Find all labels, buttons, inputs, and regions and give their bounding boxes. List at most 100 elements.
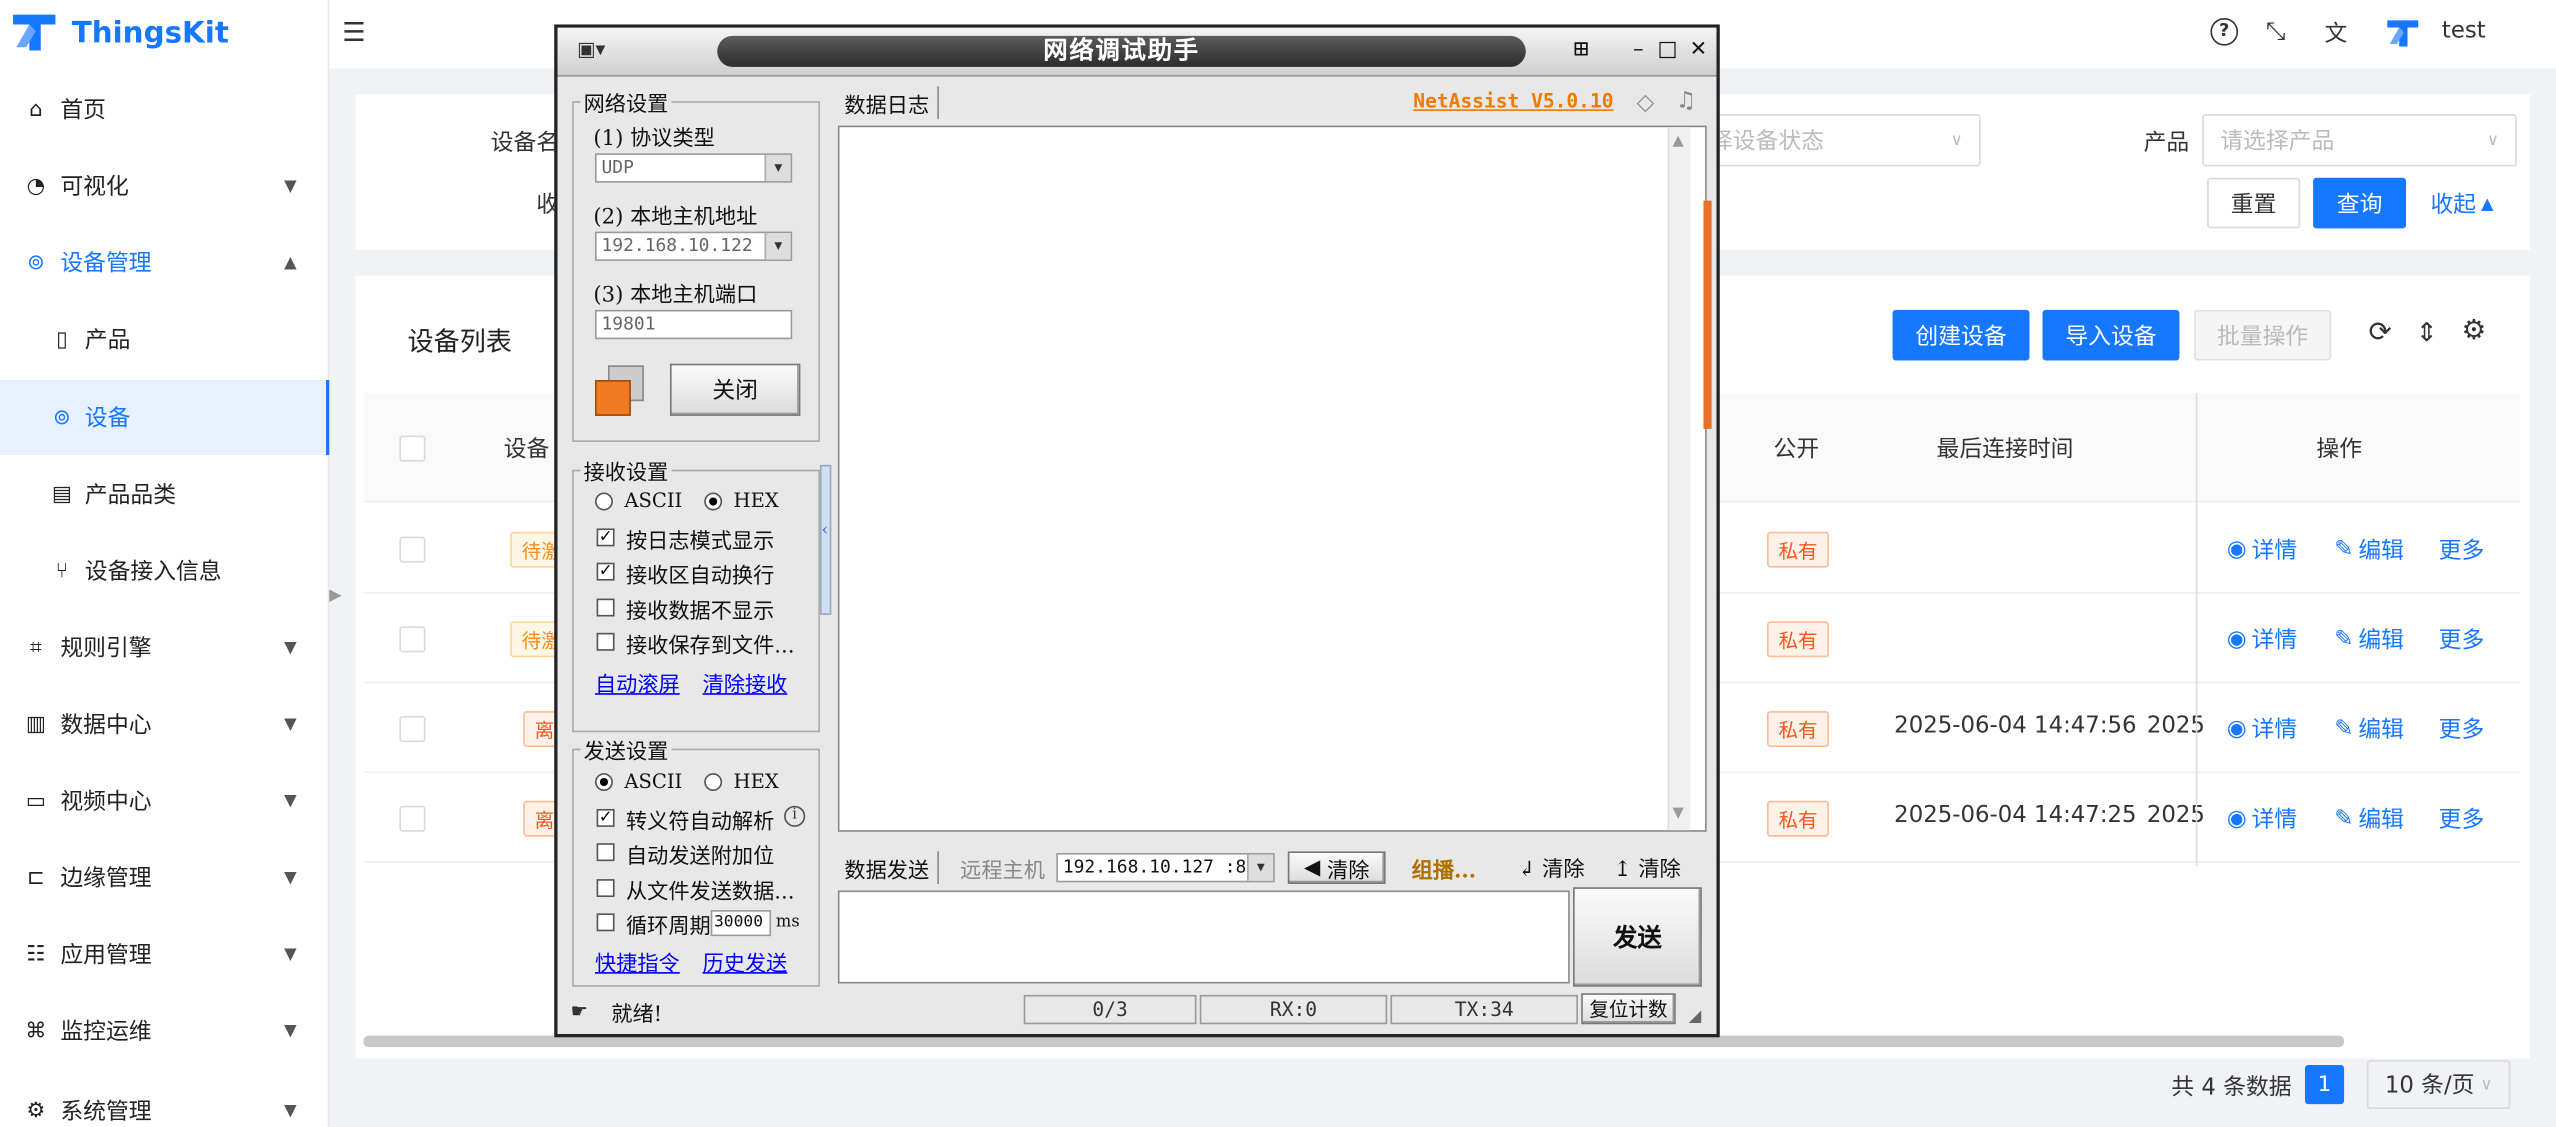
horizontal-scrollbar[interactable] (363, 1035, 2345, 1048)
detail-link[interactable]: ◉ 详情 (2227, 533, 2297, 566)
cycle-period-input[interactable]: 30000 (710, 910, 772, 937)
recv-ascii-radio[interactable] (594, 492, 613, 511)
detail-link[interactable]: ◉ 详情 (2227, 713, 2297, 746)
recv-save-checkbox[interactable] (596, 632, 615, 651)
logo[interactable]: ThingsKit (10, 10, 229, 56)
sidebar-item-product-category[interactable]: ▤ 产品品类 (0, 458, 329, 530)
sidebar-collapse-handle[interactable]: ▶ (329, 587, 352, 620)
send-cycle-checkbox[interactable] (596, 913, 615, 932)
sidebar-item-device[interactable]: ⊚ 设备 (0, 380, 330, 456)
resize-grip-icon[interactable]: ◢ (1689, 1008, 1702, 1026)
page-size-select[interactable]: 10 条/页 ∨ (2366, 1060, 2511, 1110)
row-checkbox[interactable] (399, 626, 426, 653)
menu-fold-icon[interactable]: ☰ (342, 16, 365, 47)
collapse-link[interactable]: 收起 ▲ (2430, 188, 2493, 221)
import-device-button[interactable]: 导入设备 (2042, 309, 2180, 361)
more-link[interactable]: 更多 (2439, 533, 2485, 566)
more-link[interactable]: 更多 (2439, 713, 2485, 746)
diamond-icon[interactable]: ◇ (1637, 90, 1655, 116)
pin-icon[interactable]: ⊞ (1568, 38, 1594, 64)
sidebar-item-home[interactable]: ⌂ 首页 (0, 73, 329, 145)
remote-host-select[interactable]: 192.168.10.127 :8(▼ (1056, 852, 1275, 883)
recv-hex-radio[interactable] (704, 492, 723, 511)
sidebar-item-app-management[interactable]: ☷ 应用管理 ▼ (0, 918, 329, 990)
clear-remote-button[interactable]: ◀ 清除 (1287, 851, 1386, 884)
scroll-up-icon[interactable]: ▲ (1672, 134, 1683, 150)
row-checkbox[interactable] (399, 715, 426, 743)
log-scrollbar[interactable]: ▲ ▼ (1667, 127, 1691, 831)
port-input[interactable]: 19801 (594, 309, 793, 340)
help-icon[interactable]: ? (2210, 17, 2239, 46)
clear-count-button[interactable]: ↥ 清除 (1614, 851, 1681, 882)
send-append-checkbox[interactable] (596, 843, 615, 862)
batch-operation-button[interactable]: 批量操作 (2194, 309, 2332, 361)
username[interactable]: test (2442, 18, 2486, 44)
send-ascii-radio[interactable] (594, 773, 613, 792)
sidebar-item-rule-engine[interactable]: ⌗ 规则引擎 ▼ (0, 612, 329, 684)
sidebar-item-system[interactable]: ⚙ 系统管理 ▼ (0, 1075, 329, 1127)
recv-wrap-checkbox[interactable]: ✓ (596, 562, 615, 581)
row-checkbox[interactable] (399, 536, 426, 563)
sidebar-item-video-center[interactable]: ▭ 视频中心 ▼ (0, 765, 329, 837)
panel-collapse-arrow-icon[interactable]: ‹ (819, 464, 832, 615)
send-hex-radio[interactable] (704, 773, 723, 792)
scroll-down-icon[interactable]: ▼ (1672, 806, 1683, 822)
quick-command-link[interactable]: 快捷指令 (595, 946, 680, 976)
reload-icon[interactable]: ⟳ (2369, 316, 2392, 349)
select-all-checkbox[interactable] (399, 435, 426, 462)
settings-icon[interactable]: ⚙ (2461, 315, 2486, 348)
netassist-titlebar[interactable]: ▣▾ 网络调试助手 ⊞ – □ ✕ (557, 27, 1717, 77)
send-button[interactable]: 发送 (1573, 887, 1702, 987)
send-input-area[interactable] (837, 890, 1570, 984)
detail-link[interactable]: ◉ 详情 (2227, 623, 2297, 656)
detail-link[interactable]: ◉ 详情 (2227, 802, 2297, 835)
more-link[interactable]: 更多 (2439, 623, 2485, 656)
sidebar-item-visualization[interactable]: ◔ 可视化 ▼ (0, 150, 329, 222)
column-height-icon[interactable]: ⇕ (2416, 316, 2438, 347)
minimize-icon[interactable]: – (1625, 38, 1651, 64)
sidebar-item-device-management[interactable]: ⊚ 设备管理 ▲ (0, 227, 329, 299)
page-1-button[interactable]: 1 (2304, 1065, 2345, 1105)
close-connection-button[interactable]: 关闭 (669, 363, 801, 416)
send-escape-checkbox[interactable]: ✓ (596, 808, 615, 827)
clear-receive-link[interactable]: 清除接收 (703, 667, 788, 698)
sidebar-item-edge-management[interactable]: ⊏ 边缘管理 ▼ (0, 842, 329, 914)
info-icon[interactable]: i (784, 805, 806, 827)
sidebar-item-product[interactable]: ▯ 产品 (0, 303, 329, 375)
sidebar-item-monitoring[interactable]: ⌘ 监控运维 ▼ (0, 995, 329, 1067)
translate-icon[interactable]: 文 (2325, 16, 2348, 49)
reset-button[interactable]: 重置 (2207, 177, 2301, 229)
receive-log-area[interactable]: ▲ ▼ (837, 125, 1712, 832)
version-link[interactable]: NetAssist V5.0.10 (1413, 90, 1613, 113)
user-avatar-icon[interactable] (2385, 18, 2421, 49)
sidebar-item-data-center[interactable]: ▥ 数据中心 ▼ (0, 688, 329, 760)
bell-icon[interactable]: ♫ (1676, 88, 1696, 114)
data-send-tab[interactable]: 数据发送 (844, 853, 929, 884)
sidebar-item-access-info[interactable]: ⑂ 设备接入信息 (0, 535, 329, 607)
system-menu-icon[interactable]: ▣▾ (577, 38, 605, 61)
edit-link[interactable]: ✎ 编辑 (2334, 802, 2404, 835)
reset-count-button[interactable]: 复位计数 (1581, 993, 1676, 1025)
host-select[interactable]: 192.168.10.122 ▼ (594, 231, 793, 261)
multicast-link[interactable]: 组播... (1412, 853, 1477, 884)
create-device-button[interactable]: 创建设备 (1892, 309, 2030, 361)
recv-hide-checkbox[interactable] (596, 598, 615, 617)
auto-scroll-link[interactable]: 自动滚屏 (595, 667, 680, 698)
row-checkbox[interactable] (399, 805, 426, 832)
product-select[interactable]: 请选择产品 ∨ (2202, 114, 2517, 167)
status-select[interactable]: 择设备状态 ∨ (1692, 114, 1981, 167)
clear-send-button[interactable]: ↲ 清除 (1518, 851, 1585, 882)
edit-link[interactable]: ✎ 编辑 (2334, 713, 2404, 746)
close-icon[interactable]: ✕ (1686, 38, 1712, 64)
fullscreen-icon[interactable]: ⤡ (2266, 16, 2286, 45)
recv-log-mode-checkbox[interactable]: ✓ (596, 528, 615, 547)
query-button[interactable]: 查询 (2313, 177, 2407, 229)
edit-link[interactable]: ✎ 编辑 (2334, 533, 2404, 566)
protocol-select[interactable]: UDP ▼ (594, 153, 793, 183)
send-from-file-checkbox[interactable] (596, 879, 615, 898)
more-link[interactable]: 更多 (2439, 802, 2485, 835)
history-send-link[interactable]: 历史发送 (703, 946, 788, 976)
maximize-icon[interactable]: □ (1655, 38, 1681, 64)
edit-link[interactable]: ✎ 编辑 (2334, 623, 2404, 656)
data-log-tab[interactable]: 数据日志 (844, 88, 929, 119)
